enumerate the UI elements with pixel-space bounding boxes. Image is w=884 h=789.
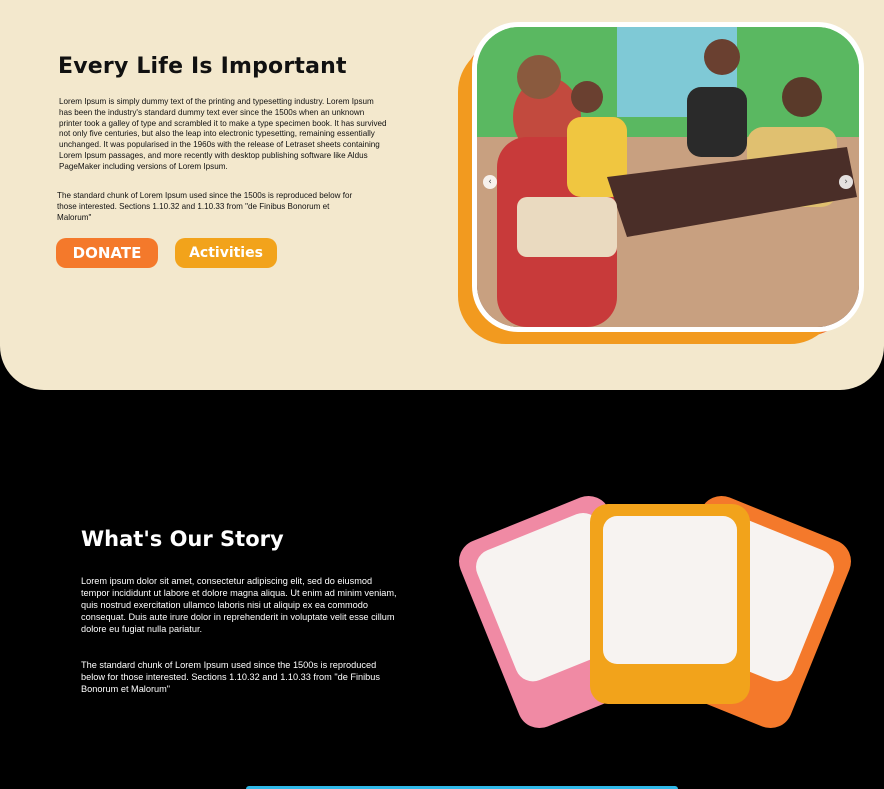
photo-card-yellow — [590, 504, 750, 704]
story-paragraph-1: Lorem ipsum dolor sit amet, consectetur … — [81, 576, 397, 634]
hero-paragraph-2: The standard chunk of Lorem Ipsum used s… — [57, 191, 353, 222]
story-photo-cards — [452, 489, 858, 735]
photo-card-placeholder — [603, 516, 737, 664]
story-paragraph-2: The standard chunk of Lorem Ipsum used s… — [81, 660, 380, 694]
carousel-prev-icon[interactable]: ‹ — [483, 175, 497, 189]
carousel-next-icon[interactable]: › — [839, 175, 853, 189]
hero-photo-carousel: ‹ › — [458, 22, 866, 344]
hero-section: Every Life Is Important Lorem Ipsum is s… — [0, 0, 884, 390]
hero-paragraph-1: Lorem Ipsum is simply dummy text of the … — [59, 97, 387, 171]
photo-frame: ‹ › — [472, 22, 864, 332]
activities-button[interactable]: Activities — [175, 238, 277, 268]
photo-illustration — [477, 27, 859, 327]
hero-photo: ‹ › — [477, 27, 859, 327]
story-title: What's Our Story — [81, 527, 284, 551]
donate-button[interactable]: DONATE — [56, 238, 158, 268]
hero-title: Every Life Is Important — [58, 54, 347, 79]
